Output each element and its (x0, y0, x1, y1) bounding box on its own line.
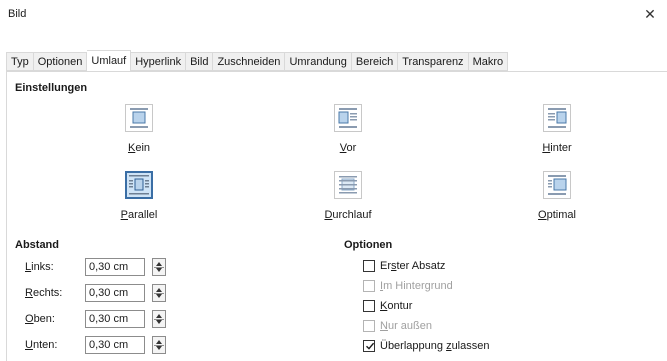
checkbox-ueberlappung-zulassen-label: Überlappung zulassen (380, 340, 490, 352)
tab-zuschneiden[interactable]: Zuschneiden (213, 52, 286, 71)
spacing-right-spinner[interactable] (152, 284, 166, 302)
wrap-option-parallel[interactable]: Parallel (99, 171, 179, 221)
tab-typ[interactable]: Typ (6, 52, 34, 71)
checkbox-box[interactable] (363, 260, 375, 272)
spin-down-icon[interactable] (156, 320, 162, 324)
checkbox-kontur-label: Kontur (380, 300, 413, 312)
abstand-heading: Abstand (15, 239, 59, 251)
wrap-option-after-label: Hinter (542, 142, 572, 154)
wrap-option-through-label: Durchlauf (324, 209, 372, 221)
einstellungen-heading: Einstellungen (15, 82, 88, 94)
spin-up-icon[interactable] (156, 340, 162, 344)
spacing-left-spinner[interactable] (152, 258, 166, 276)
tab-optionen[interactable]: Optionen (33, 52, 88, 71)
wrap-optimal-icon (543, 171, 571, 199)
spacing-bottom-input[interactable] (85, 336, 145, 354)
checkbox-box[interactable] (363, 340, 375, 352)
spin-down-icon[interactable] (156, 294, 162, 298)
wrap-option-none[interactable]: Kein (99, 104, 179, 154)
spacing-left-label: Links: (25, 261, 54, 273)
tab-hyperlink[interactable]: Hyperlink (131, 52, 187, 71)
wrap-after-icon (543, 104, 571, 132)
spacing-bottom-label: Unten: (25, 339, 58, 351)
checkbox-im-hintergrund-label: Im Hintergrund (380, 280, 453, 292)
wrap-option-after[interactable]: Hinter (517, 104, 597, 154)
tab-umlauf[interactable]: Umlauf (87, 50, 132, 73)
spin-down-icon[interactable] (156, 346, 162, 350)
tab-panel: Einstellungen Kein Vor Hinter Parallel D… (6, 71, 667, 361)
wrap-parallel-icon (125, 171, 153, 199)
wrap-option-optimal-label: Optimal (538, 209, 576, 221)
title-bar: Bild ✕ (0, 0, 667, 30)
tab-bereich[interactable]: Bereich (351, 52, 399, 71)
spacing-left-input[interactable] (85, 258, 145, 276)
wrap-option-none-label: Kein (127, 142, 151, 154)
tab-transparenz[interactable]: Transparenz (398, 52, 469, 71)
wrap-none-icon (125, 104, 153, 132)
spin-down-icon[interactable] (156, 268, 162, 272)
spacing-bottom-spinner[interactable] (152, 336, 166, 354)
window-title: Bild (8, 8, 27, 20)
checkbox-box[interactable] (363, 320, 375, 332)
checkmark-icon (366, 342, 375, 350)
checkbox-box[interactable] (363, 280, 375, 292)
tab-makro[interactable]: Makro (468, 52, 509, 71)
wrap-option-before[interactable]: Vor (308, 104, 388, 154)
tab-bild[interactable]: Bild (186, 52, 214, 71)
tab-umrandung[interactable]: Umrandung (285, 52, 352, 71)
close-icon[interactable]: ✕ (637, 2, 663, 26)
wrap-option-parallel-label: Parallel (120, 209, 158, 221)
spin-up-icon[interactable] (156, 288, 162, 292)
spacing-right-label: Rechts: (25, 287, 63, 299)
spacing-top-spinner[interactable] (152, 310, 166, 328)
wrap-option-through[interactable]: Durchlauf (308, 171, 388, 221)
checkbox-erster-absatz-label: Erster Absatz (380, 260, 446, 272)
spacing-top-input[interactable] (85, 310, 145, 328)
tab-bar: Typ Optionen Umlauf Hyperlink Bild Zusch… (6, 50, 509, 73)
wrap-option-optimal[interactable]: Optimal (517, 171, 597, 221)
spacing-right-input[interactable] (85, 284, 145, 302)
optionen-heading: Optionen (344, 239, 393, 251)
spacing-top-label: Oben: (25, 313, 55, 325)
wrap-through-icon (334, 171, 362, 199)
wrap-before-icon (334, 104, 362, 132)
spin-up-icon[interactable] (156, 262, 162, 266)
checkbox-nur-aussen-label: Nur außen (380, 320, 432, 332)
checkbox-box[interactable] (363, 300, 375, 312)
wrap-option-before-label: Vor (339, 142, 357, 154)
spin-up-icon[interactable] (156, 314, 162, 318)
